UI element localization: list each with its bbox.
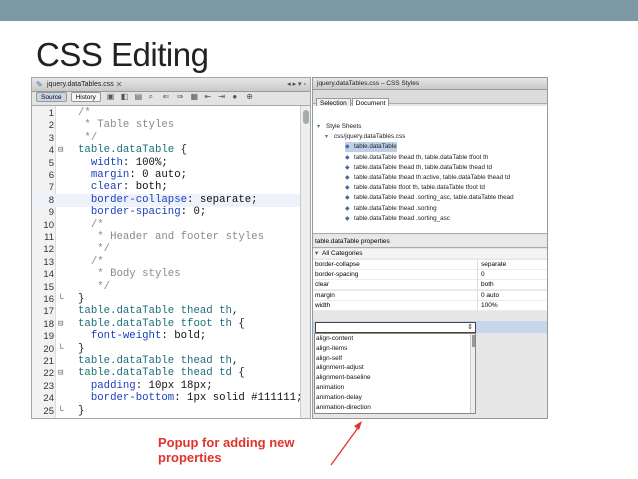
annotation-caption: Popup for adding new properties: [158, 435, 295, 465]
annotation-arrow: [330, 421, 362, 466]
